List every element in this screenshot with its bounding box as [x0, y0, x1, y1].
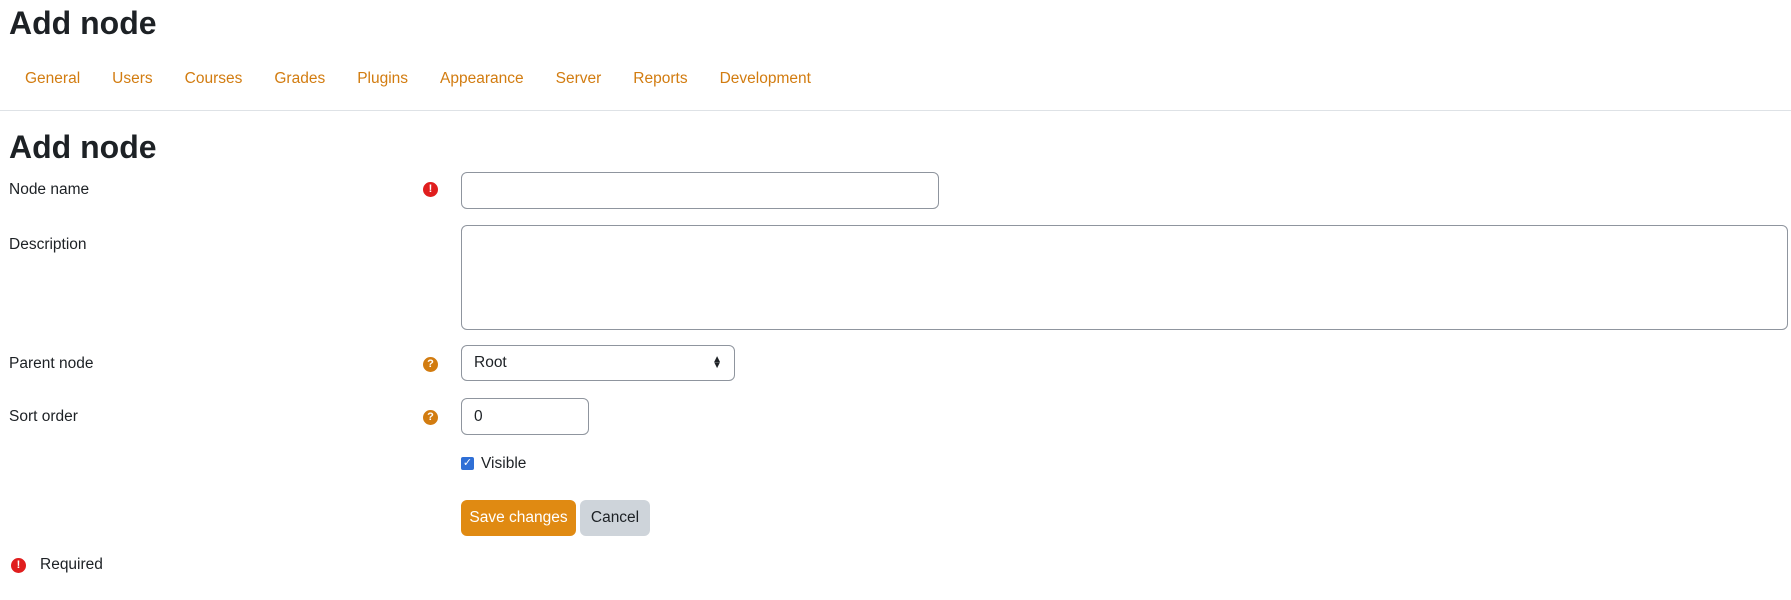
tab-general[interactable]: General	[9, 58, 96, 88]
save-button[interactable]: Save changes	[461, 500, 576, 536]
visible-row: ✓ Visible	[9, 455, 1789, 475]
sort-order-row: Sort order ?	[9, 398, 1789, 435]
description-textarea[interactable]	[461, 225, 1788, 330]
node-name-input[interactable]	[461, 172, 939, 209]
tab-appearance[interactable]: Appearance	[424, 58, 540, 88]
tab-reports[interactable]: Reports	[617, 58, 703, 88]
visible-label: Visible	[481, 455, 527, 472]
tab-grades[interactable]: Grades	[258, 58, 341, 88]
section-title: Add node	[9, 129, 157, 165]
node-name-row: Node name !	[9, 172, 1789, 212]
description-label: Description	[9, 236, 87, 253]
cancel-button[interactable]: Cancel	[580, 500, 650, 536]
required-note-text: Required	[40, 556, 103, 573]
page-title: Add node	[9, 5, 157, 41]
required-icon: !	[423, 182, 438, 197]
sort-order-label: Sort order	[9, 408, 78, 425]
tab-courses[interactable]: Courses	[169, 58, 259, 88]
tab-development[interactable]: Development	[704, 58, 827, 88]
node-name-label: Node name	[9, 181, 90, 198]
chevron-updown-icon: ▲ ▼	[712, 354, 722, 371]
tab-server[interactable]: Server	[540, 58, 618, 88]
parent-node-select[interactable]: Root ▲ ▼	[461, 345, 735, 381]
form-actions: Save changes Cancel	[9, 500, 1789, 536]
required-note: ! Required	[9, 556, 1789, 576]
help-icon[interactable]: ?	[423, 410, 438, 425]
description-row: Description	[9, 225, 1789, 331]
tab-plugins[interactable]: Plugins	[341, 58, 424, 88]
sort-order-input[interactable]	[461, 398, 589, 435]
admin-nav: General Users Courses Grades Plugins App…	[0, 58, 1791, 111]
parent-node-row: Parent node ? Root ▲ ▼	[9, 345, 1789, 381]
tab-users[interactable]: Users	[96, 58, 168, 88]
help-icon[interactable]: ?	[423, 357, 438, 372]
page: Add node General Users Courses Grades Pl…	[0, 0, 1791, 600]
visible-checkbox[interactable]: ✓	[461, 457, 474, 470]
required-icon: !	[11, 558, 26, 573]
parent-node-selected: Root	[474, 354, 507, 371]
parent-node-label: Parent node	[9, 355, 94, 372]
